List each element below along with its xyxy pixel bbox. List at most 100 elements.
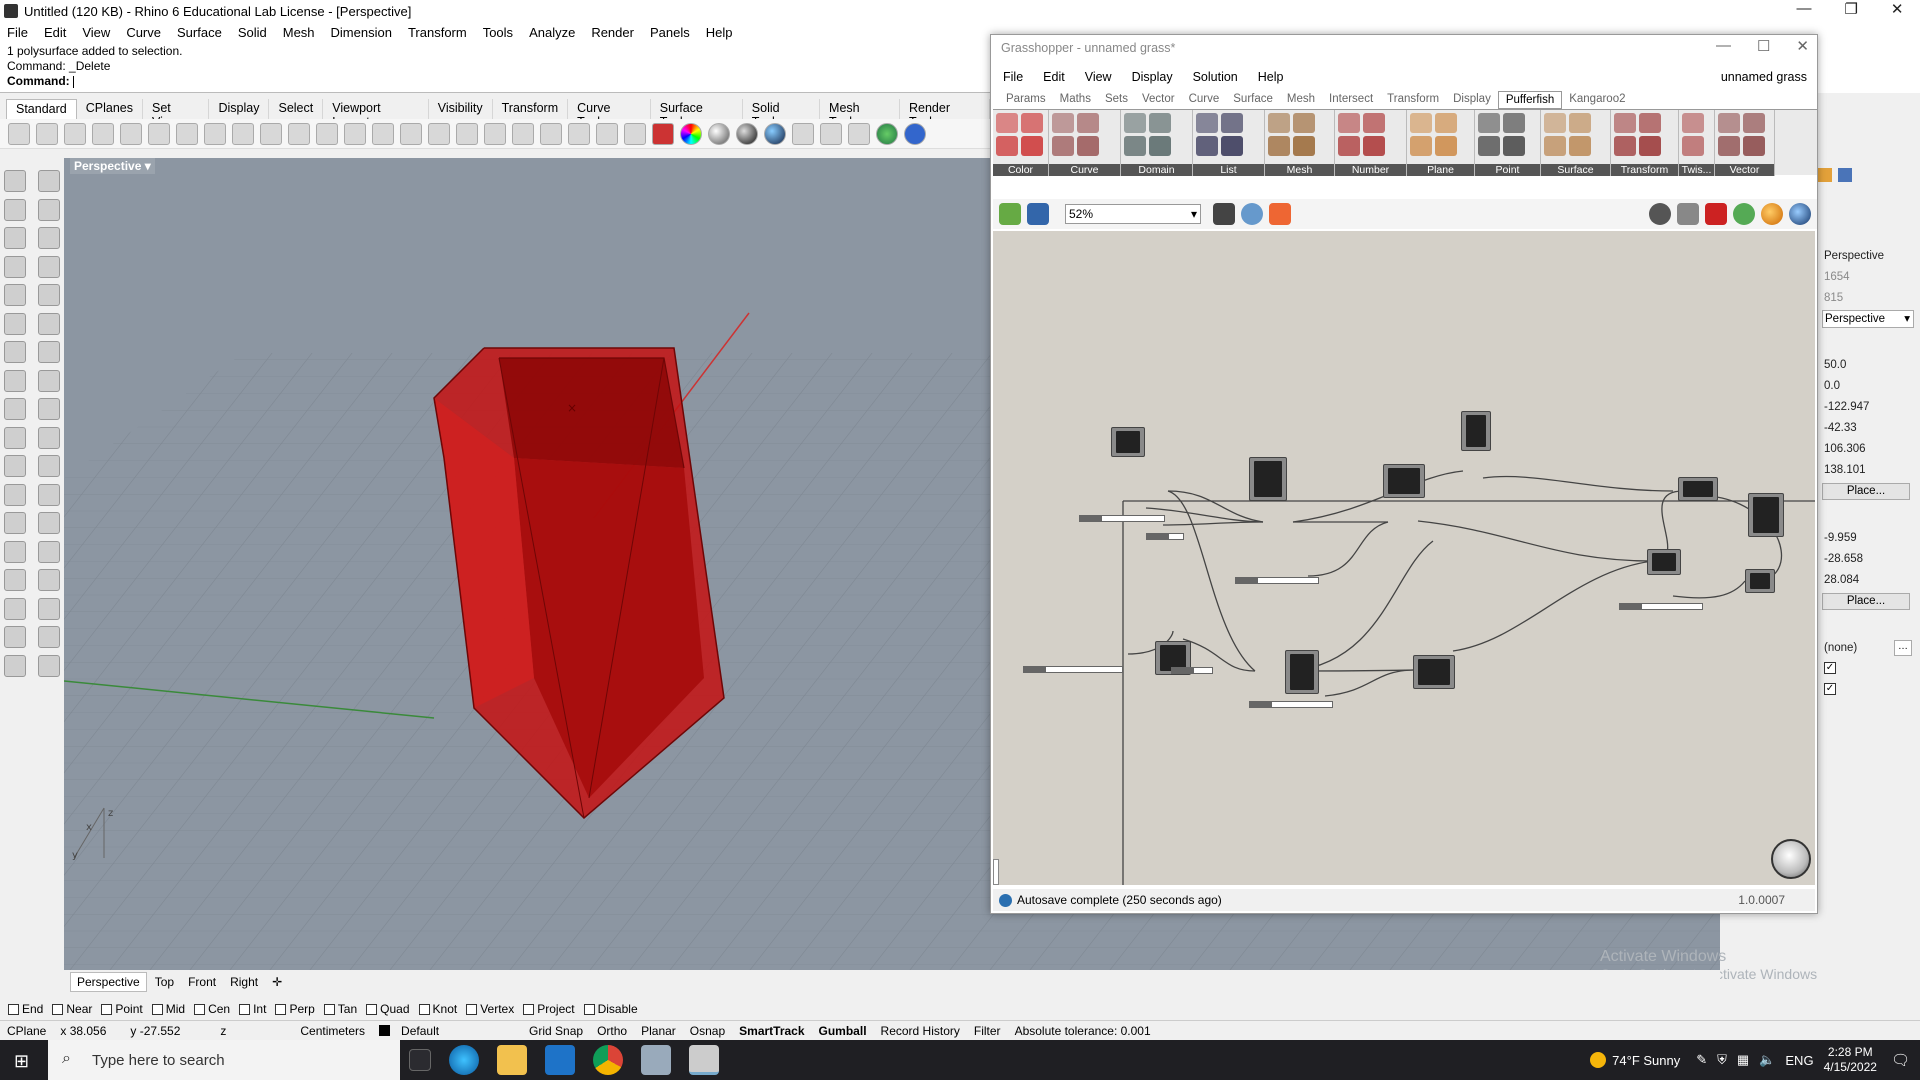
- gh-component-icon[interactable]: [1363, 136, 1385, 156]
- polygon-icon[interactable]: [4, 255, 26, 278]
- move-icon[interactable]: [4, 483, 26, 506]
- gh-group-label[interactable]: Twis...: [1679, 164, 1714, 176]
- browse-button[interactable]: …: [1894, 640, 1912, 656]
- gh-close-icon[interactable]: ✕: [1796, 37, 1809, 55]
- menu-dimension[interactable]: Dimension: [331, 25, 392, 40]
- gh-tab-intersect[interactable]: Intersect: [1322, 91, 1380, 109]
- tab-solid-tools[interactable]: Solid Tools: [743, 99, 821, 129]
- osnap-checkbox[interactable]: [52, 1003, 64, 1015]
- gh-component-icon[interactable]: [1268, 136, 1290, 156]
- gh-component-icon[interactable]: [1743, 113, 1765, 133]
- zoom-selected-icon[interactable]: [400, 122, 422, 145]
- record-history-toggle[interactable]: Record History: [874, 1024, 967, 1038]
- osnap-int[interactable]: Int: [239, 1002, 266, 1016]
- menu-surface[interactable]: Surface: [177, 25, 222, 40]
- gh-component-icon[interactable]: [1021, 113, 1043, 133]
- folder-icon[interactable]: [1818, 168, 1832, 182]
- curve-icon[interactable]: [38, 198, 60, 221]
- mesh-quality-icon[interactable]: [1789, 203, 1811, 225]
- gh-tab-kangaroo2[interactable]: Kangaroo2: [1562, 91, 1632, 109]
- tab-front[interactable]: Front: [182, 973, 222, 991]
- weather-text[interactable]: 74°F Sunny: [1612, 1053, 1680, 1068]
- shaded-preview-icon[interactable]: [1705, 203, 1727, 225]
- gh-component[interactable]: [1745, 569, 1775, 593]
- gh-group-label[interactable]: Transform: [1611, 164, 1678, 176]
- place-target-button[interactable]: Place...: [1822, 593, 1910, 610]
- gh-tab-maths[interactable]: Maths: [1053, 91, 1098, 109]
- menu-curve[interactable]: Curve: [126, 25, 161, 40]
- shield-icon[interactable]: ⛨: [1717, 1052, 1727, 1068]
- gh-tab-curve[interactable]: Curve: [1182, 91, 1227, 109]
- osnap-vertex[interactable]: Vertex: [466, 1002, 514, 1016]
- layer-icon[interactable]: [652, 122, 674, 145]
- gh-component-icon[interactable]: [1338, 136, 1360, 156]
- rectangle-icon[interactable]: [38, 255, 60, 278]
- gh-component-icon[interactable]: [1410, 113, 1432, 133]
- osnap-checkbox[interactable]: [466, 1003, 478, 1015]
- select-icon[interactable]: [4, 170, 26, 192]
- windows-start-icon[interactable]: ⊞: [14, 1051, 29, 1072]
- osnap-near[interactable]: Near: [52, 1002, 92, 1016]
- save-document-icon[interactable]: [1027, 203, 1049, 225]
- planar-toggle[interactable]: Planar: [634, 1024, 683, 1038]
- tab-perspective[interactable]: Perspective: [70, 972, 147, 992]
- add-viewport-icon[interactable]: ✛: [266, 973, 288, 991]
- camera-x[interactable]: -122.947: [1824, 401, 1869, 413]
- cut-icon[interactable]: [148, 122, 170, 145]
- osnap-perp[interactable]: Perp: [275, 1002, 315, 1016]
- tab-curve-tools[interactable]: Curve Tools: [568, 99, 651, 129]
- place-camera-button[interactable]: Place...: [1822, 483, 1910, 500]
- tab-standard[interactable]: Standard: [6, 99, 77, 119]
- tab-top[interactable]: Top: [149, 973, 180, 991]
- sphere-icon[interactable]: [38, 341, 60, 363]
- gh-component-icon[interactable]: [1196, 113, 1218, 133]
- gh-menu-view[interactable]: View: [1085, 70, 1112, 84]
- number-slider[interactable]: [1235, 577, 1319, 584]
- arc-icon[interactable]: [38, 227, 60, 249]
- grid-snap-toggle[interactable]: Grid Snap: [522, 1024, 590, 1038]
- target-y[interactable]: -28.658: [1824, 553, 1863, 565]
- solid-tool-icon[interactable]: [4, 654, 26, 677]
- cylinder-icon[interactable]: [4, 369, 26, 392]
- ortho-toggle[interactable]: Ortho: [590, 1024, 634, 1038]
- gh-menu-help[interactable]: Help: [1258, 70, 1284, 84]
- join-icon[interactable]: [38, 426, 60, 449]
- number-slider[interactable]: [1023, 666, 1123, 673]
- gh-component-icon[interactable]: [1682, 136, 1704, 156]
- menu-file[interactable]: File: [7, 25, 28, 40]
- fillet-icon[interactable]: [38, 398, 60, 420]
- osnap-checkbox[interactable]: [8, 1003, 19, 1015]
- circle-icon[interactable]: [4, 227, 26, 249]
- osnap-checkbox[interactable]: [151, 1003, 163, 1015]
- shaded-sphere-icon[interactable]: [736, 122, 758, 145]
- document-preview-icon[interactable]: [1761, 203, 1783, 225]
- current-layer[interactable]: Default: [372, 1024, 522, 1038]
- osnap-checkbox[interactable]: [366, 1003, 378, 1015]
- menu-transform[interactable]: Transform: [408, 25, 467, 40]
- gh-group-label[interactable]: Surface: [1541, 164, 1610, 176]
- array-icon[interactable]: [4, 597, 26, 620]
- camera-rotation[interactable]: 0.0: [1824, 380, 1840, 392]
- gh-component-icon[interactable]: [1221, 113, 1243, 133]
- gh-component-icon[interactable]: [1052, 113, 1074, 133]
- new-file-icon[interactable]: [8, 122, 30, 145]
- gh-tab-params[interactable]: Params: [999, 91, 1053, 109]
- menu-edit[interactable]: Edit: [44, 25, 66, 40]
- gh-component-icon[interactable]: [1410, 136, 1432, 156]
- osnap-checkbox[interactable]: [323, 1003, 335, 1015]
- gh-tab-pufferfish[interactable]: Pufferfish: [1497, 91, 1563, 109]
- tab-right[interactable]: Right: [224, 973, 264, 991]
- gh-group-label[interactable]: Number: [1335, 164, 1406, 176]
- dimension-icon[interactable]: [38, 512, 60, 534]
- osnap-checkbox[interactable]: [418, 1003, 430, 1015]
- show-checkbox[interactable]: ✓: [1824, 662, 1836, 674]
- camera-z[interactable]: 106.306: [1824, 443, 1866, 455]
- osnap-checkbox[interactable]: [239, 1003, 251, 1015]
- panel-tab-icon[interactable]: [1838, 168, 1852, 182]
- grid-snap-icon[interactable]: [568, 122, 590, 145]
- zoom-window-icon[interactable]: [344, 122, 366, 145]
- tab-mesh-tools[interactable]: Mesh Tools: [820, 99, 900, 129]
- gh-component-icon[interactable]: [1478, 113, 1500, 133]
- dimension-icon[interactable]: [848, 122, 870, 145]
- gh-component[interactable]: [1413, 655, 1455, 689]
